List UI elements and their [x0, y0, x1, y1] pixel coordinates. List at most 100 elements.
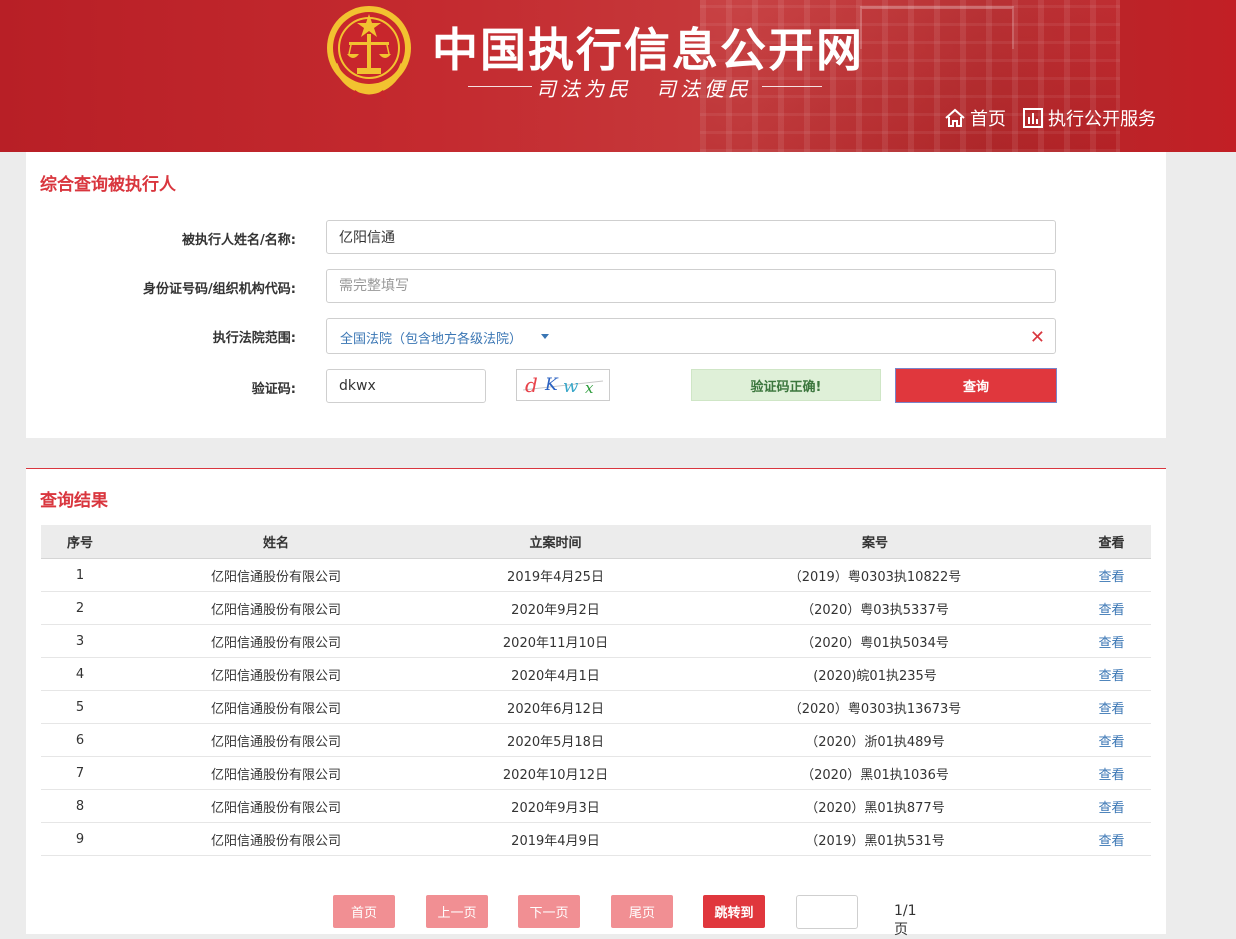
- cell-no: 7: [41, 756, 119, 790]
- results-panel-title: 查询结果: [40, 491, 108, 511]
- cell-no: 9: [41, 822, 119, 856]
- results-panel: 查询结果 序号 姓名 立案时间 案号 查看 1 亿阳信通股份有限公司 2019年…: [26, 468, 1166, 938]
- cell-no: 1: [41, 558, 119, 592]
- captcha-image[interactable]: d K w x: [516, 369, 610, 401]
- cell-no: 3: [41, 624, 119, 658]
- cell-view: 查看: [1072, 723, 1151, 757]
- jump-to-button[interactable]: 跳转到: [703, 895, 765, 928]
- view-link[interactable]: 查看: [1098, 735, 1124, 750]
- table-row: 4 亿阳信通股份有限公司 2020年4月1日 (2020)皖01执235号 查看: [41, 657, 1151, 691]
- table-row: 7 亿阳信通股份有限公司 2020年10月12日 （2020）黑01执1036号…: [41, 756, 1151, 790]
- cell-case: （2020）粤0303执13673号: [678, 690, 1072, 724]
- nav-execution-service-label: 执行公开服务: [1048, 109, 1156, 130]
- cell-name: 亿阳信通股份有限公司: [119, 822, 433, 856]
- page-number-input[interactable]: [796, 895, 858, 929]
- view-link[interactable]: 查看: [1098, 669, 1124, 684]
- prev-page-button[interactable]: 上一页: [426, 895, 488, 928]
- table-row: 1 亿阳信通股份有限公司 2019年4月25日 （2019）粤0303执1082…: [41, 558, 1151, 592]
- cell-name: 亿阳信通股份有限公司: [119, 789, 433, 823]
- home-icon: [945, 108, 965, 127]
- table-row: 9 亿阳信通股份有限公司 2019年4月9日 （2019）黑01执531号 查看: [41, 822, 1151, 856]
- cell-no: 2: [41, 591, 119, 625]
- last-page-button[interactable]: 尾页: [611, 895, 673, 928]
- search-panel: 综合查询被执行人 被执行人姓名/名称: 身份证号码/组织机构代码: 执行法院范围…: [26, 152, 1166, 438]
- cell-name: 亿阳信通股份有限公司: [119, 756, 433, 790]
- cell-date: 2020年9月2日: [433, 591, 678, 625]
- table-row: 8 亿阳信通股份有限公司 2020年9月3日 （2020）黑01执877号 查看: [41, 789, 1151, 823]
- bar-chart-icon: [1023, 108, 1043, 128]
- captcha-graphic: d K w x: [522, 373, 604, 397]
- cell-case: （2020）粤03执5337号: [678, 591, 1072, 625]
- cell-case: （2020）浙01执489号: [678, 723, 1072, 757]
- cell-view: 查看: [1072, 756, 1151, 790]
- cell-view: 查看: [1072, 558, 1151, 592]
- cell-case: (2020)皖01执235号: [678, 657, 1072, 691]
- captcha-glyph-4: x: [585, 379, 594, 397]
- table-row: 5 亿阳信通股份有限公司 2020年6月12日 （2020）粤0303执1367…: [41, 690, 1151, 724]
- slogan-line-left: [468, 86, 532, 87]
- cell-name: 亿阳信通股份有限公司: [119, 591, 433, 625]
- next-page-button[interactable]: 下一页: [518, 895, 580, 928]
- captcha-glyph-2: K: [544, 375, 559, 395]
- cell-case: （2019）黑01执531号: [678, 822, 1072, 856]
- col-header-no: 序号: [41, 525, 119, 559]
- court-building-roof: [860, 6, 1014, 49]
- view-link[interactable]: 查看: [1098, 603, 1124, 618]
- cell-view: 查看: [1072, 690, 1151, 724]
- col-header-view: 查看: [1072, 525, 1151, 559]
- results-header-row: 序号 姓名 立案时间 案号 查看: [41, 525, 1151, 559]
- captcha-glyph-3: w: [563, 376, 579, 397]
- site-header: 中国执行信息公开网 司法为民 司法便民 首页 执行公开服务: [0, 0, 1236, 152]
- cell-no: 5: [41, 690, 119, 724]
- clear-icon[interactable]: ✕: [1030, 327, 1045, 348]
- name-input[interactable]: [326, 220, 1056, 254]
- cell-date: 2020年5月18日: [433, 723, 678, 757]
- col-header-case: 案号: [678, 525, 1072, 559]
- cell-date: 2020年6月12日: [433, 690, 678, 724]
- cell-date: 2019年4月25日: [433, 558, 678, 592]
- search-panel-title: 综合查询被执行人: [40, 175, 176, 195]
- name-field-label: 被执行人姓名/名称:: [182, 233, 296, 248]
- first-page-button[interactable]: 首页: [333, 895, 395, 928]
- id-input[interactable]: [326, 269, 1056, 303]
- cell-name: 亿阳信通股份有限公司: [119, 624, 433, 658]
- page-info: 1/1页: [894, 903, 917, 938]
- cell-case: （2020）黑01执877号: [678, 789, 1072, 823]
- cell-no: 8: [41, 789, 119, 823]
- cell-date: 2020年11月10日: [433, 624, 678, 658]
- slogan-line-right: [762, 86, 822, 87]
- court-scope-select[interactable]: 全国法院（包含地方各级法院） ✕: [326, 318, 1056, 354]
- national-court-emblem-icon: [327, 6, 411, 100]
- view-link[interactable]: 查看: [1098, 801, 1124, 816]
- table-row: 6 亿阳信通股份有限公司 2020年5月18日 （2020）浙01执489号 查…: [41, 723, 1151, 757]
- nav-execution-service[interactable]: 执行公开服务: [1022, 105, 1156, 131]
- id-field-label: 身份证号码/组织机构代码:: [143, 282, 296, 297]
- cell-view: 查看: [1072, 657, 1151, 691]
- cell-name: 亿阳信通股份有限公司: [119, 690, 433, 724]
- search-button[interactable]: 查询: [895, 368, 1057, 403]
- view-link[interactable]: 查看: [1098, 636, 1124, 651]
- view-link[interactable]: 查看: [1098, 702, 1124, 717]
- view-link[interactable]: 查看: [1098, 768, 1124, 783]
- top-nav: 首页 执行公开服务: [944, 105, 1172, 131]
- cell-no: 6: [41, 723, 119, 757]
- nav-home[interactable]: 首页: [944, 105, 1006, 131]
- site-title: 中国执行信息公开网: [432, 23, 864, 77]
- view-link[interactable]: 查看: [1098, 834, 1124, 849]
- cell-case: （2020）黑01执1036号: [678, 756, 1072, 790]
- table-row: 2 亿阳信通股份有限公司 2020年9月2日 （2020）粤03执5337号 查…: [41, 591, 1151, 625]
- cell-name: 亿阳信通股份有限公司: [119, 657, 433, 691]
- cell-no: 4: [41, 657, 119, 691]
- nav-home-label: 首页: [970, 109, 1006, 130]
- table-row: 3 亿阳信通股份有限公司 2020年11月10日 （2020）粤01执5034号…: [41, 624, 1151, 658]
- cell-view: 查看: [1072, 789, 1151, 823]
- cell-view: 查看: [1072, 591, 1151, 625]
- cell-name: 亿阳信通股份有限公司: [119, 723, 433, 757]
- col-header-name: 姓名: [119, 525, 433, 559]
- cell-view: 查看: [1072, 624, 1151, 658]
- captcha-input[interactable]: [326, 369, 486, 403]
- view-link[interactable]: 查看: [1098, 570, 1124, 585]
- cell-date: 2020年10月12日: [433, 756, 678, 790]
- cell-case: （2019）粤0303执10822号: [678, 558, 1072, 592]
- site-slogan: 司法为民 司法便民: [536, 77, 752, 101]
